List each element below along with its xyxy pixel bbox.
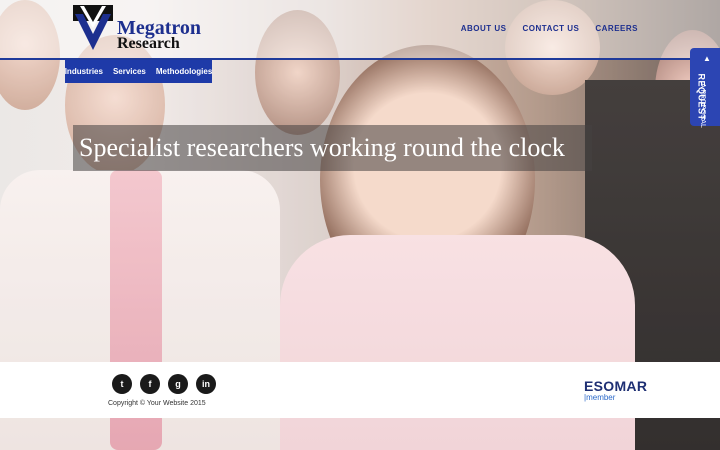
proposal-sublabel: A PROPOSAL xyxy=(698,83,706,128)
hero-headline: Specialist researchers working round the… xyxy=(79,133,565,162)
logo-icon[interactable] xyxy=(72,4,114,52)
nav-contact-us[interactable]: CONTACT US xyxy=(523,24,580,33)
esomar-badge[interactable]: ESOMAR |member xyxy=(584,378,647,402)
request-proposal-tab[interactable]: ▲ REQUEST A PROPOSAL xyxy=(690,48,720,128)
copyright-text: Copyright © Your Website 2015 xyxy=(108,400,206,407)
subnav-industries[interactable]: Industries xyxy=(65,67,103,76)
subnav-methodologies[interactable]: Methodologies xyxy=(156,67,212,76)
facebook-icon[interactable]: f xyxy=(140,374,160,394)
social-links: t f g in xyxy=(112,374,216,394)
esomar-label: ESOMAR xyxy=(584,378,648,394)
nav-careers[interactable]: CAREERS xyxy=(595,24,638,33)
twitter-icon[interactable]: t xyxy=(112,374,132,394)
top-nav: ABOUT US CONTACT US CAREERS xyxy=(461,24,638,33)
linkedin-icon[interactable]: in xyxy=(196,374,216,394)
google-plus-icon[interactable]: g xyxy=(168,374,188,394)
triangle-up-icon: ▲ xyxy=(703,54,711,63)
nav-about-us[interactable]: ABOUT US xyxy=(461,24,507,33)
brand-subname[interactable]: Research xyxy=(117,35,180,53)
sub-nav: Industries Services Methodologies xyxy=(65,60,212,83)
subnav-services[interactable]: Services xyxy=(113,67,146,76)
esomar-member-label: |member xyxy=(584,393,616,402)
hero-headline-box: Specialist researchers working round the… xyxy=(73,125,592,171)
